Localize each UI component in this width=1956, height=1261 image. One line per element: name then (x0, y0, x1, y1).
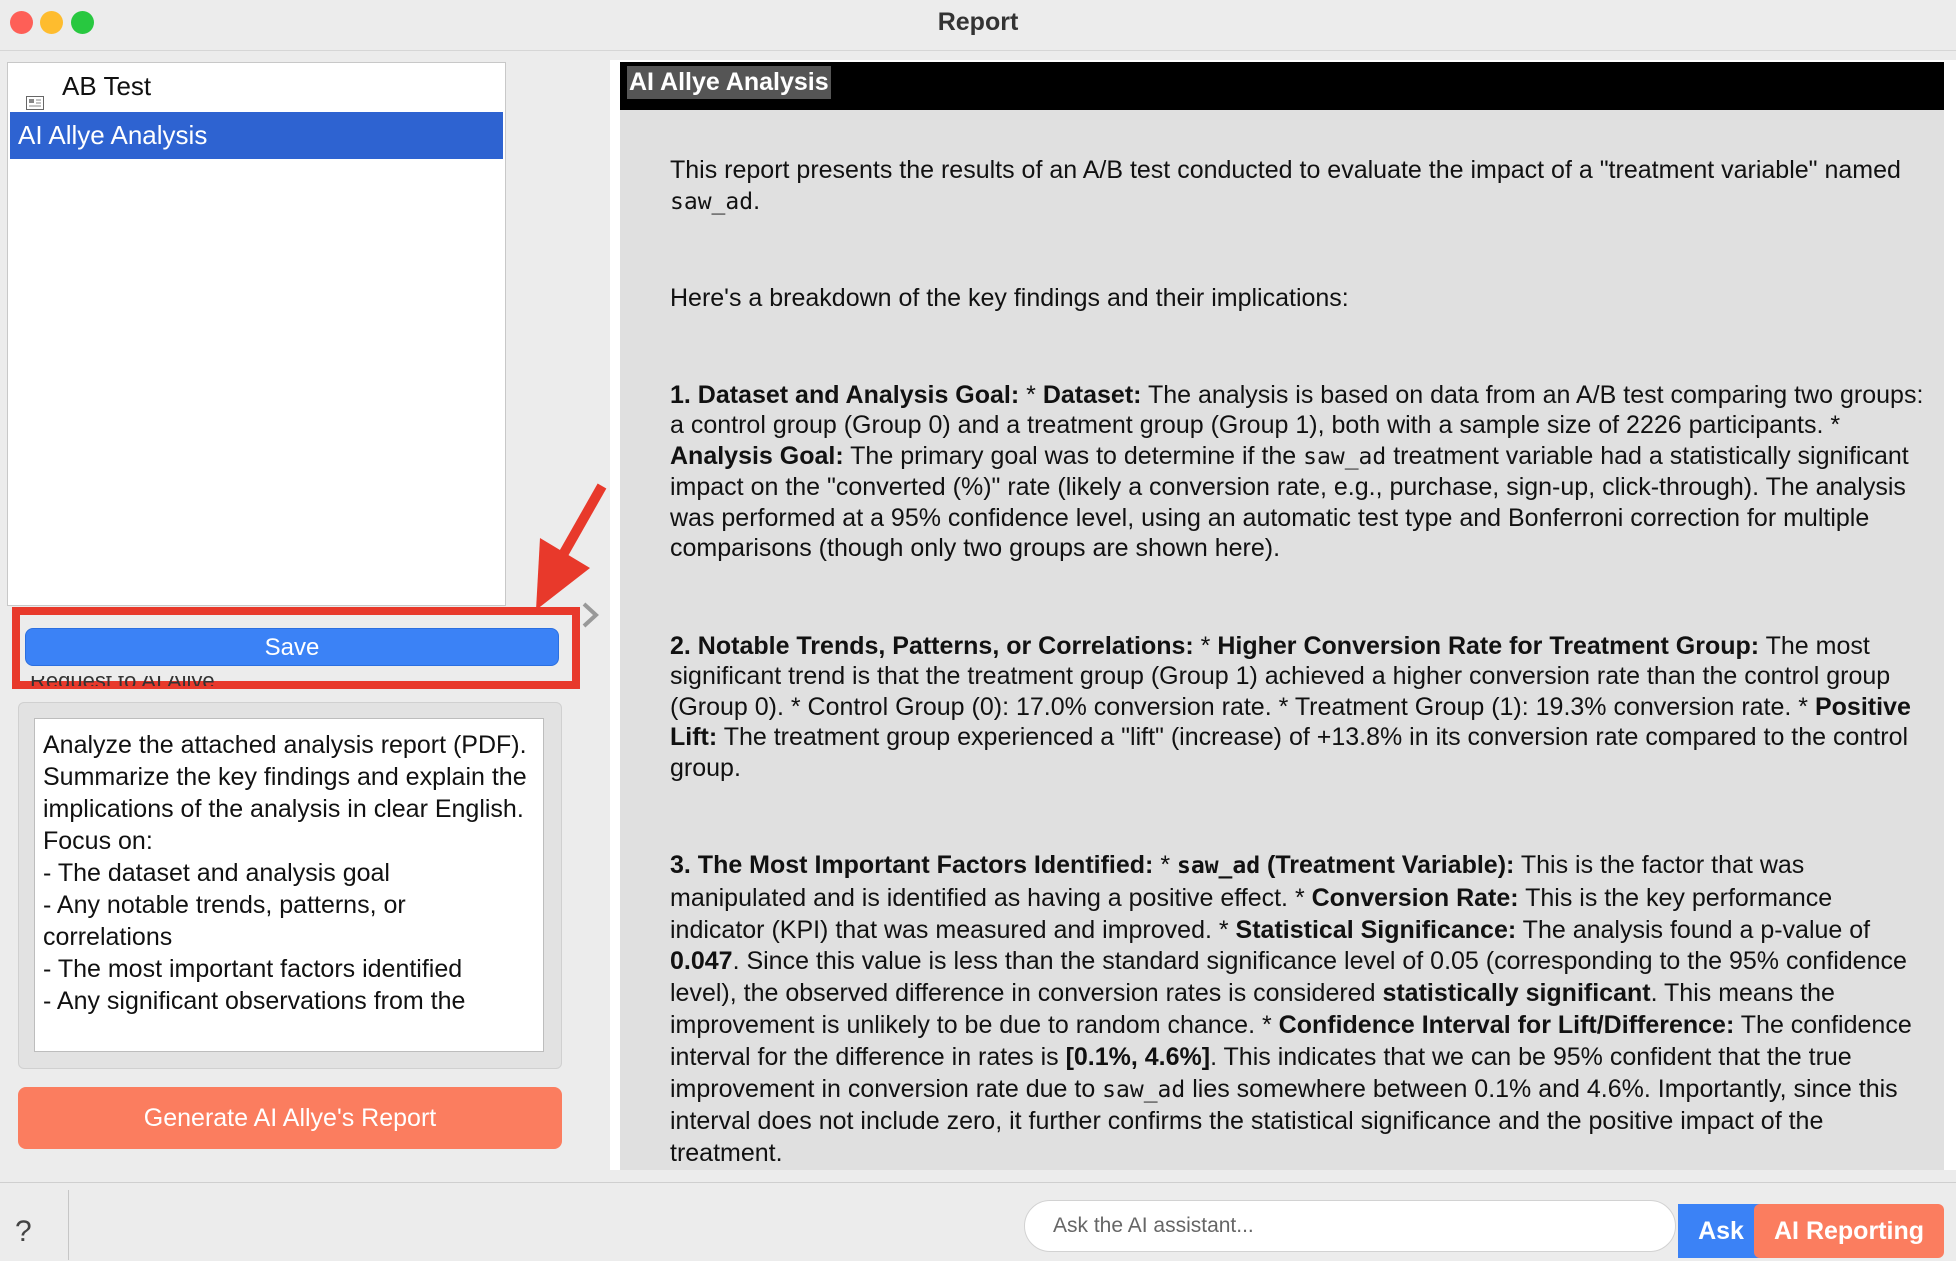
report-list: AB Test AI Allye Analysis (7, 62, 506, 606)
help-icon[interactable]: ? (15, 1215, 32, 1249)
divider (68, 1190, 69, 1260)
section-3: 3. The Most Important Factors Identified… (670, 851, 1912, 1168)
chevron-right-icon (582, 602, 599, 628)
splitter-handle[interactable] (576, 60, 606, 1170)
intro-paragraph: This report presents the results of an A… (670, 156, 1901, 215)
ask-button[interactable]: Ask (1678, 1204, 1764, 1258)
list-item-ai-allye-analysis[interactable]: AI Allye Analysis (10, 112, 503, 159)
report-body: This report presents the results of an A… (670, 155, 1930, 1170)
generate-report-button[interactable]: Generate AI Allye's Report (18, 1087, 562, 1149)
list-item-ab-test[interactable]: AB Test (10, 63, 503, 110)
section-1: 1. Dataset and Analysis Goal: * Dataset:… (670, 380, 1924, 563)
report-title: AI Allye Analysis (627, 66, 831, 99)
ask-input[interactable]: Ask the AI assistant... (1024, 1200, 1676, 1252)
breakdown-paragraph: Here's a breakdown of the key findings a… (670, 284, 1349, 312)
request-textarea[interactable]: Analyze the attached analysis report (PD… (34, 718, 544, 1052)
ai-reporting-button[interactable]: AI Reporting (1754, 1204, 1944, 1258)
window-title: Report (937, 8, 1019, 36)
list-item-label: AB Test (62, 71, 152, 101)
list-item-label: AI Allye Analysis (18, 120, 208, 150)
section-2: 2. Notable Trends, Patterns, or Correlat… (670, 631, 1911, 782)
request-group-label: Request to AI Allye (30, 676, 215, 686)
title-bar: Report (0, 0, 1956, 51)
